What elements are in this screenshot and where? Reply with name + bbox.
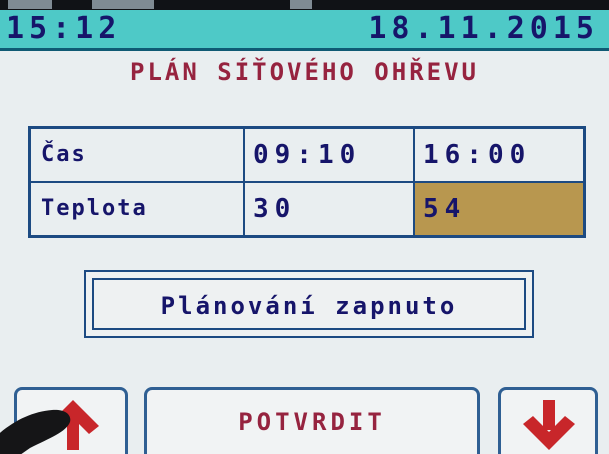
row-label-temperature: Teplota	[30, 182, 244, 236]
schedule-mode-label: Plánování zapnuto	[92, 278, 526, 330]
frame-segment	[8, 0, 52, 9]
top-frame	[0, 0, 609, 10]
frame-segment	[92, 0, 154, 9]
clock-date: 18.11.2015	[368, 11, 599, 46]
confirm-button-label: POTVRDIT	[238, 408, 386, 436]
status-bar: 15:12 18.11.2015	[0, 10, 609, 51]
time-start-cell[interactable]: 09:10	[244, 128, 414, 182]
stylus-pointer	[0, 409, 71, 454]
touch-screen: 15:12 18.11.2015 PLÁN SÍŤOVÉHO OHŘEVU Ča…	[0, 0, 609, 454]
frame-segment	[290, 0, 312, 9]
down-button[interactable]	[498, 387, 598, 454]
arrow-down-icon	[523, 400, 575, 450]
page-title: PLÁN SÍŤOVÉHO OHŘEVU	[130, 58, 479, 86]
schedule-mode-toggle[interactable]: Plánování zapnuto	[84, 270, 534, 338]
temperature-end-cell-selected[interactable]: 54	[414, 182, 584, 236]
schedule-table: Čas 09:10 16:00 Teplota 30 54	[28, 126, 586, 238]
confirm-button[interactable]: POTVRDIT	[144, 387, 480, 454]
time-end-cell[interactable]: 16:00	[414, 128, 584, 182]
temperature-start-cell[interactable]: 30	[244, 182, 414, 236]
row-label-time: Čas	[30, 128, 244, 182]
clock-time: 15:12	[6, 11, 122, 46]
